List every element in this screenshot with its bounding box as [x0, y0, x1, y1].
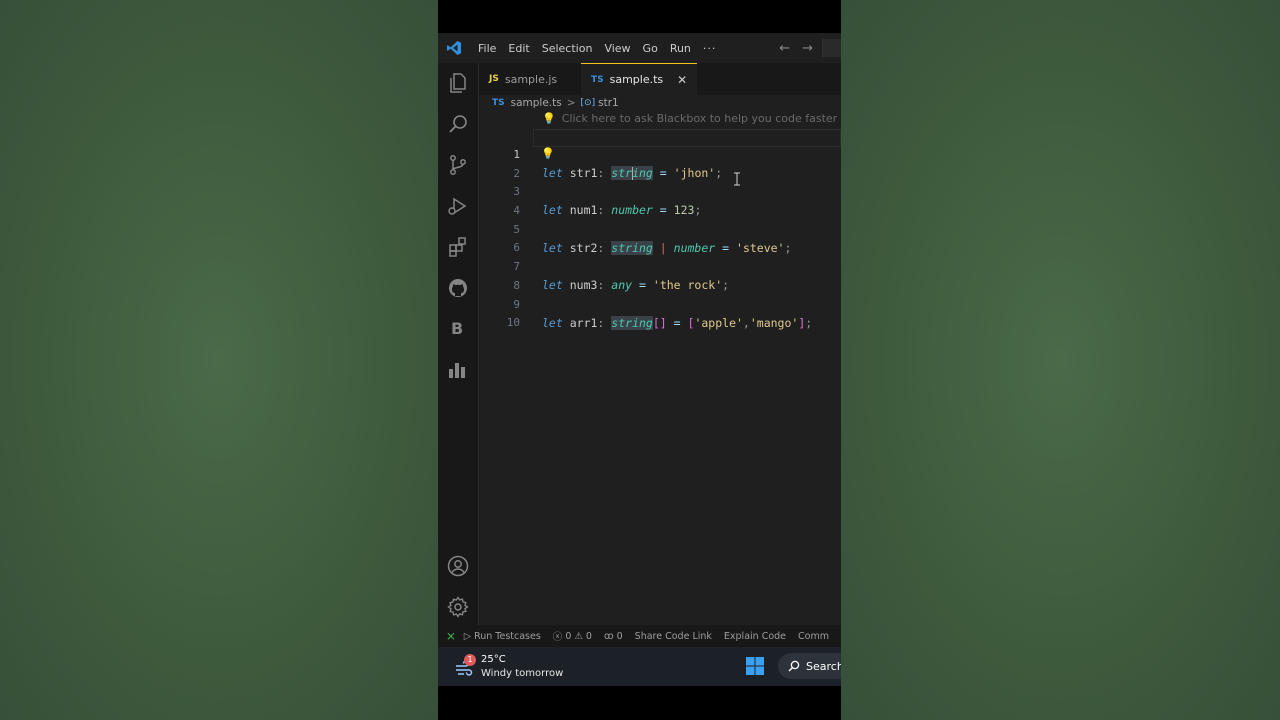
text-ibeam-cursor-icon	[734, 172, 740, 186]
problems-indicator[interactable]: ⓧ 0 ⚠ 0	[552, 629, 592, 644]
run-testcases-button[interactable]: ▷ Run Testcases	[464, 631, 541, 642]
windows-start-icon[interactable]	[745, 656, 765, 676]
run-debug-icon[interactable]	[446, 194, 470, 218]
menu-go[interactable]: Go	[637, 42, 664, 55]
menu-file[interactable]: File	[472, 42, 502, 55]
taskbar-search-button[interactable]: Search	[778, 653, 841, 679]
blackbox-icon[interactable]: B	[451, 319, 463, 338]
menu-bar: File Edit Selection View Go Run ··· ← →	[438, 33, 841, 63]
close-icon[interactable]: ✕	[677, 73, 687, 87]
settings-gear-icon[interactable]	[446, 595, 470, 619]
vscode-window: File Edit Selection View Go Run ··· ← →	[438, 0, 841, 720]
error-icon: ⓧ	[552, 632, 563, 643]
tab-label: sample.ts	[609, 73, 664, 86]
back-arrow-icon[interactable]: ←	[779, 41, 790, 56]
accounts-icon[interactable]	[446, 554, 470, 578]
navigation-arrows: ← →	[779, 33, 813, 63]
source-control-icon[interactable]	[446, 153, 470, 177]
blackbox-hint[interactable]: 💡 Click here to ask Blackbox to help you …	[542, 112, 837, 125]
ports-indicator[interactable]: ꝏ0	[604, 631, 623, 642]
breadcrumb: TS sample.ts > [⊙] str1	[479, 95, 841, 111]
play-icon: ▷	[463, 630, 472, 642]
lightbulb-icon: 💡	[542, 112, 556, 125]
code-line[interactable]: 1 let str1: string = 'jhon';	[479, 128, 841, 180]
code-editor[interactable]: 💡 Click here to ask Blackbox to help you …	[479, 111, 841, 625]
vscode-logo-icon	[447, 41, 461, 55]
code-line[interactable]: 7 let num3: any = 'the rock';	[479, 240, 841, 292]
tab-sample-ts[interactable]: TS sample.ts ✕	[581, 63, 698, 95]
js-file-icon: JS	[489, 74, 499, 84]
explorer-icon[interactable]	[446, 71, 470, 95]
code-line[interactable]: 9 let arr1: string[] = ['apple','mango']…	[479, 278, 841, 330]
code-line[interactable]: 8	[479, 259, 841, 292]
weather-temperature[interactable]: 25°C	[481, 654, 506, 665]
variable-symbol-icon: [⊙]	[580, 98, 596, 108]
code-line[interactable]: 6	[479, 221, 841, 254]
menu-selection[interactable]: Selection	[536, 42, 599, 55]
code-line[interactable]: 3 let num1: number = 123;	[479, 165, 841, 217]
search-icon[interactable]	[446, 112, 470, 136]
breadcrumb-symbol[interactable]: str1	[598, 97, 619, 109]
weather-forecast[interactable]: Windy tomorrow	[481, 668, 563, 679]
breadcrumb-file[interactable]: sample.ts	[511, 97, 562, 109]
menu-view[interactable]: View	[598, 42, 636, 55]
search-icon	[788, 660, 800, 672]
explain-code-button[interactable]: Explain Code	[724, 631, 786, 642]
code-line[interactable]: 5 let str2: string | number = 'steve';	[479, 203, 841, 255]
background-right	[841, 0, 1280, 720]
code-line[interactable]: 4	[479, 184, 841, 217]
background-left	[0, 0, 438, 720]
windows-taskbar: 1 25°C Windy tomorrow Search	[438, 647, 841, 686]
line-number: 10	[506, 316, 520, 329]
status-bar: ⨯ ▷ Run Testcases ⓧ 0 ⚠ 0 ꝏ0 Share Code Link…	[438, 625, 841, 647]
remote-icon[interactable]: ⨯	[438, 629, 464, 643]
editor-tabs: JS sample.js TS sample.ts ✕	[479, 63, 841, 95]
activity-bar: B	[438, 63, 479, 625]
antenna-icon: ꝏ	[603, 630, 614, 642]
extensions-icon[interactable]	[446, 235, 470, 259]
menu-edit[interactable]: Edit	[502, 42, 535, 55]
analytics-icon[interactable]	[446, 358, 470, 382]
tab-label: sample.js	[504, 72, 558, 86]
code-line[interactable]: 10	[479, 296, 841, 329]
lightbulb-icon[interactable]: 💡	[541, 147, 555, 160]
menu-run[interactable]: Run	[664, 42, 697, 55]
ts-file-icon: TS	[591, 74, 604, 85]
forward-arrow-icon[interactable]: →	[802, 41, 813, 56]
chevron-right-icon: >	[566, 97, 576, 109]
notification-badge: 1	[464, 654, 476, 666]
code-line[interactable]: 2	[479, 147, 841, 180]
share-code-link-button[interactable]: Share Code Link	[635, 631, 712, 642]
tab-sample-js[interactable]: JS sample.js	[479, 63, 571, 95]
command-center[interactable]	[822, 39, 841, 57]
warning-icon: ⚠	[574, 630, 583, 642]
comment-button[interactable]: Comm	[798, 631, 829, 642]
ts-file-icon: TS	[492, 98, 505, 108]
github-icon[interactable]	[446, 276, 470, 300]
menu-more-icon[interactable]: ···	[697, 42, 723, 55]
